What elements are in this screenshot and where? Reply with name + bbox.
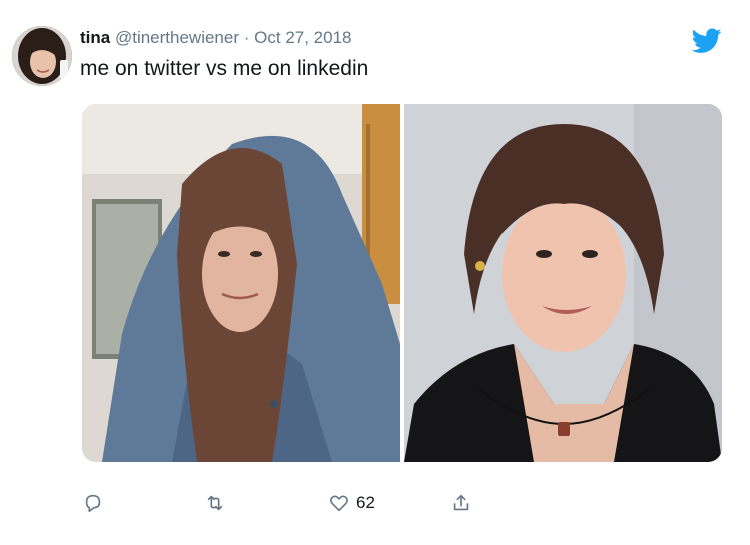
tweet-actions: 62 (0, 488, 750, 518)
photo-right[interactable] (404, 104, 722, 462)
twitter-bird-icon[interactable] (691, 28, 722, 54)
avatar-image (12, 26, 72, 86)
tweet-date[interactable]: Oct 27, 2018 (254, 28, 351, 47)
like-count: 62 (356, 493, 375, 512)
share-button[interactable] (450, 488, 472, 518)
author-handle[interactable]: @tinerthewiener (115, 28, 239, 47)
reply-button[interactable] (82, 488, 104, 518)
retweet-button[interactable] (204, 488, 226, 518)
reply-icon (85, 494, 101, 513)
avatar[interactable] (12, 26, 72, 86)
share-icon (453, 494, 469, 511)
like-button[interactable]: 62 (328, 488, 375, 518)
heart-icon (330, 495, 348, 512)
meta-separator: · (243, 28, 250, 47)
tweet-text: me on twitter vs me on linkedin (80, 57, 369, 80)
retweet-icon (207, 495, 223, 511)
tweet-header: tina @tinerthewiener · Oct 27, 2018 (80, 28, 352, 48)
tweet-media[interactable] (82, 104, 722, 462)
photo-left[interactable] (82, 104, 400, 462)
author-name[interactable]: tina (80, 28, 110, 47)
